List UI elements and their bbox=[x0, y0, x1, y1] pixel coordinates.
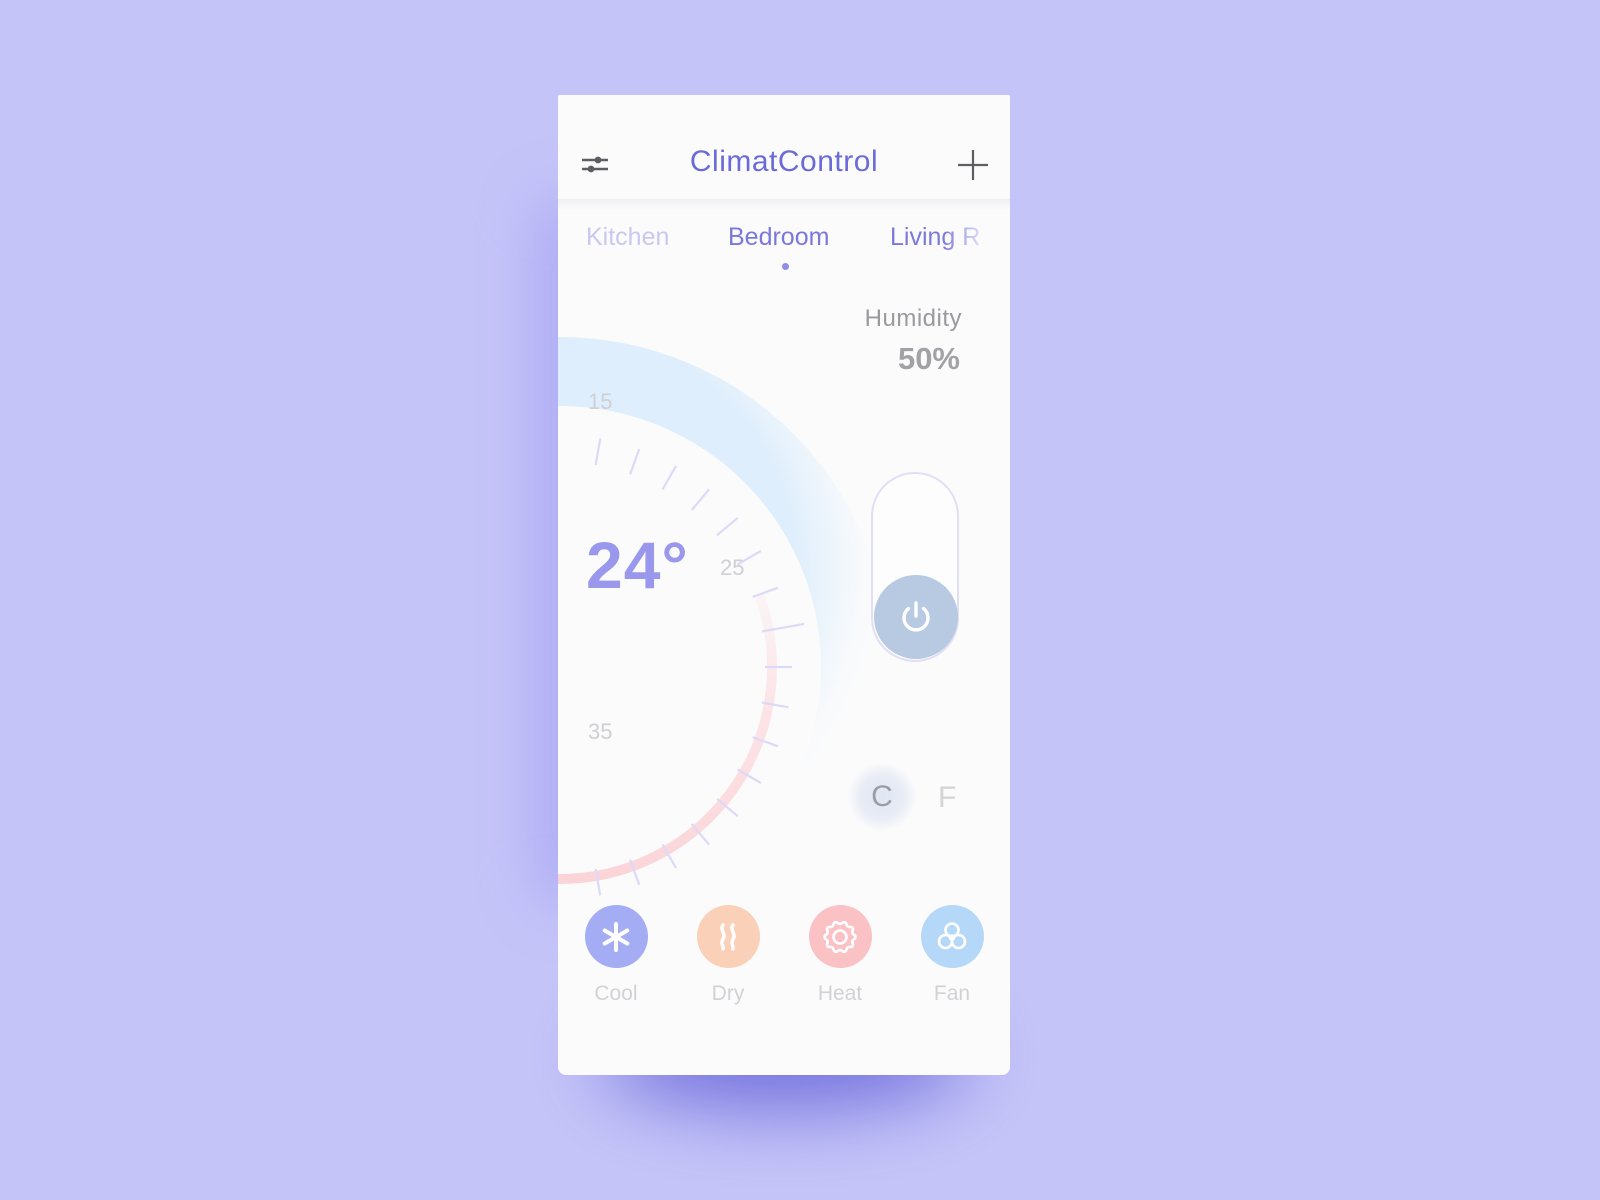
mode-cool-button[interactable]: Cool bbox=[576, 905, 656, 1006]
steam-icon bbox=[720, 922, 736, 951]
mode-dry-button[interactable]: Dry bbox=[688, 905, 768, 1006]
mode-fan-label: Fan bbox=[933, 982, 971, 1005]
add-button[interactable] bbox=[956, 148, 990, 182]
mode-heat-label: Heat bbox=[817, 982, 863, 1005]
mode-dry-label: Dry bbox=[711, 982, 745, 1005]
mode-fan-button[interactable]: Fan bbox=[912, 905, 992, 1006]
unit-celsius-button[interactable]: C bbox=[848, 763, 916, 831]
mode-heat-button[interactable]: Heat bbox=[800, 905, 880, 1006]
mode-cool-circle bbox=[584, 905, 648, 968]
mode-cool-label: Cool bbox=[594, 982, 638, 1005]
header-divider bbox=[558, 199, 1010, 211]
humidity-value: 50% bbox=[897, 341, 960, 376]
fan-icon bbox=[937, 921, 967, 949]
app-card: ClimatControl Kitchen Bedroom Living R 1… bbox=[558, 95, 1010, 1075]
mode-fan-circle bbox=[920, 905, 984, 968]
unit-fahrenheit-button[interactable]: F bbox=[938, 781, 956, 815]
active-tab-indicator bbox=[782, 263, 789, 270]
tab-kitchen[interactable]: Kitchen bbox=[586, 223, 669, 252]
snowflake-icon bbox=[602, 921, 630, 952]
power-toggle[interactable] bbox=[871, 472, 959, 662]
scale-label-15: 15 bbox=[588, 389, 613, 414]
power-knob[interactable] bbox=[874, 575, 958, 659]
header: ClimatControl bbox=[558, 95, 1010, 203]
app-title: ClimatControl bbox=[689, 145, 879, 178]
humidity-label: Humidity bbox=[864, 305, 962, 332]
mode-dry-circle bbox=[696, 905, 760, 968]
plus-icon bbox=[958, 150, 988, 180]
scale-label-35: 35 bbox=[588, 719, 613, 744]
mode-heat-circle bbox=[808, 905, 872, 968]
tab-living-room[interactable]: Living R bbox=[890, 223, 986, 252]
current-temperature: 24° bbox=[586, 528, 689, 602]
scale-label-25: 25 bbox=[720, 555, 745, 580]
sun-gear-icon bbox=[823, 920, 857, 953]
tab-bedroom[interactable]: Bedroom bbox=[728, 223, 829, 252]
power-icon bbox=[902, 601, 930, 632]
